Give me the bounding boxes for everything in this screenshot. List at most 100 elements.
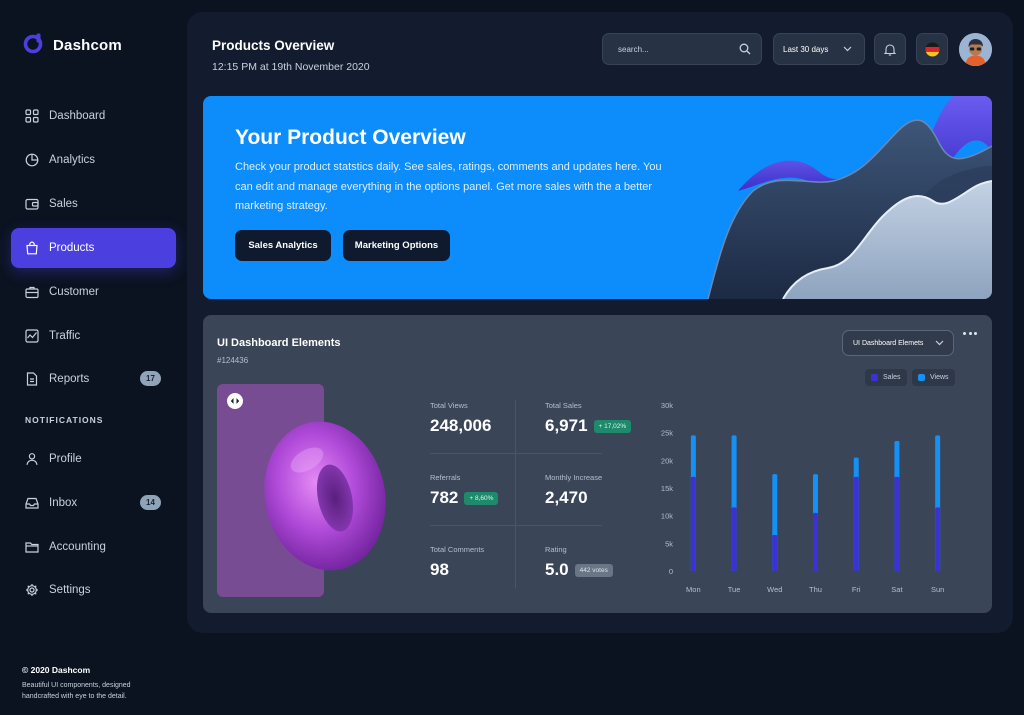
date-range-select[interactable]: Last 30 days: [773, 33, 865, 65]
sidebar-item-products[interactable]: Products: [11, 228, 176, 268]
german-flag-icon: [924, 41, 940, 57]
weekly-bar-chart: 0 5k 10k 15k 20k 25k 30k Mon Tue Wed Thu Fri Sat Sun: [661, 401, 944, 594]
donut-3d-illustration: [264, 421, 386, 571]
stat-value: 6,971: [545, 416, 588, 435]
search-box[interactable]: [602, 33, 762, 65]
x-tick-label: Sun: [931, 585, 944, 594]
bar-sales-tue[interactable]: [731, 507, 737, 571]
hero-wave-illustration: [707, 96, 992, 299]
footer-copyright: © 2020 Dashcom: [22, 665, 91, 675]
stat-referrals: Referrals 782 + 8,60%: [430, 473, 499, 508]
bar-sales-wed[interactable]: [772, 535, 778, 571]
x-tick-label: Thu: [809, 585, 822, 594]
sidebar-item-customer[interactable]: Customer: [11, 272, 176, 312]
sidebar: Dashcom Dashboard Analytics Sales Produc…: [0, 0, 188, 715]
stat-value: 2,470: [545, 488, 588, 507]
wallet-icon: [25, 198, 39, 210]
sidebar-item-label: Customer: [49, 286, 99, 298]
document-icon: [26, 372, 38, 386]
sidebar-item-settings[interactable]: Settings: [11, 570, 176, 610]
bar-sales-fri[interactable]: [853, 476, 859, 571]
x-tick-label: Wed: [767, 585, 782, 594]
sidebar-item-label: Profile: [49, 453, 82, 465]
shopping-bag-icon: [26, 241, 38, 255]
swap-arrows-icon[interactable]: [227, 393, 243, 409]
footer-text: Beautiful UI components, designed handcr…: [22, 682, 131, 700]
chevron-down-icon: [935, 340, 944, 346]
legend-sales[interactable]: Sales: [865, 369, 907, 386]
date-range-value: Last 30 days: [783, 44, 829, 54]
pie-chart-icon: [25, 153, 39, 167]
folder-icon: [25, 542, 39, 553]
card-id: #124436: [217, 356, 249, 365]
sidebar-item-label: Analytics: [49, 154, 96, 166]
x-tick-label: Tue: [728, 585, 741, 594]
x-tick-label: Fri: [852, 585, 861, 594]
sidebar-item-label: Traffic: [49, 330, 81, 342]
hero-title: Your Product Overview: [235, 126, 466, 149]
sidebar-item-inbox[interactable]: Inbox 14: [11, 483, 176, 523]
y-tick-label: 20k: [661, 456, 673, 465]
legend-label: Sales: [883, 374, 901, 381]
search-icon[interactable]: [739, 43, 751, 55]
more-options-icon[interactable]: [963, 327, 981, 339]
main-panel: Products Overview 12:15 PM at 19th Novem…: [187, 12, 1013, 633]
elements-select[interactable]: UI Dashboard Elemets: [842, 330, 954, 356]
sidebar-item-reports[interactable]: Reports 17: [11, 359, 176, 399]
bar-sales-mon[interactable]: [690, 476, 696, 571]
stat-label: Total Sales: [545, 401, 582, 410]
stats-divider: [430, 525, 602, 526]
sidebar-item-dashboard[interactable]: Dashboard: [11, 96, 176, 136]
sidebar-item-label: Products: [49, 242, 95, 254]
stat-value: 5.0: [545, 560, 569, 579]
notifications-button[interactable]: [874, 33, 906, 65]
legend-label: Views: [930, 374, 949, 381]
user-avatar-icon: [959, 33, 992, 66]
page-title: Products Overview: [212, 38, 335, 53]
y-tick-label: 5k: [665, 539, 673, 548]
brand[interactable]: Dashcom: [22, 32, 122, 59]
sidebar-item-label: Dashboard: [49, 110, 106, 122]
legend-swatch: [871, 374, 878, 381]
brand-logo-icon: [22, 32, 44, 59]
x-tick-label: Sat: [891, 585, 903, 594]
stat-monthly-increase: Monthly Increase 2,470: [545, 473, 602, 508]
avatar[interactable]: [959, 33, 992, 66]
stat-label: Monthly Increase: [545, 473, 603, 482]
votes-badge: 442 votes: [574, 563, 613, 577]
sidebar-item-accounting[interactable]: Accounting: [11, 527, 176, 567]
briefcase-icon: [25, 286, 39, 299]
sales-analytics-button[interactable]: Sales Analytics: [235, 230, 331, 261]
marketing-options-button[interactable]: Marketing Options: [343, 230, 450, 261]
bar-sales-thu[interactable]: [813, 512, 818, 571]
sidebar-item-label: Inbox: [49, 497, 78, 509]
stat-total-sales: Total Sales 6,971 + 17,02%: [545, 401, 632, 436]
inbox-count-badge: 14: [140, 495, 161, 510]
legend-views[interactable]: Views: [912, 369, 955, 386]
sidebar-footer: © 2020 Dashcom Beautiful UI components, …: [22, 665, 152, 702]
y-tick-label: 0: [669, 567, 673, 576]
bar-sales-sun[interactable]: [935, 507, 941, 571]
language-button[interactable]: [916, 33, 948, 65]
sidebar-item-label: Reports: [49, 373, 90, 385]
hero-description: Check your product statstics daily. See …: [235, 161, 662, 212]
sidebar-item-traffic[interactable]: Traffic: [11, 316, 176, 356]
stat-value: 782: [430, 488, 459, 507]
stat-rating: Rating 5.0 442 votes: [545, 545, 613, 580]
stats-divider: [515, 400, 516, 588]
bell-icon: [884, 43, 896, 56]
y-tick-label: 10k: [661, 512, 673, 521]
bar-sales-sat[interactable]: [894, 476, 900, 571]
sidebar-item-label: Sales: [49, 198, 78, 210]
y-tick-label: 30k: [661, 401, 673, 410]
x-tick-label: Mon: [686, 585, 701, 594]
stat-label: Total Comments: [430, 545, 485, 554]
sidebar-item-profile[interactable]: Profile: [11, 439, 176, 479]
inbox-icon: [25, 497, 39, 509]
growth-badge: + 8,60%: [464, 491, 499, 505]
elements-select-value: UI Dashboard Elemets: [853, 339, 924, 347]
gear-icon: [26, 584, 38, 596]
sidebar-item-sales[interactable]: Sales: [11, 184, 176, 224]
sidebar-item-analytics[interactable]: Analytics: [11, 140, 176, 180]
search-input[interactable]: [618, 44, 728, 54]
